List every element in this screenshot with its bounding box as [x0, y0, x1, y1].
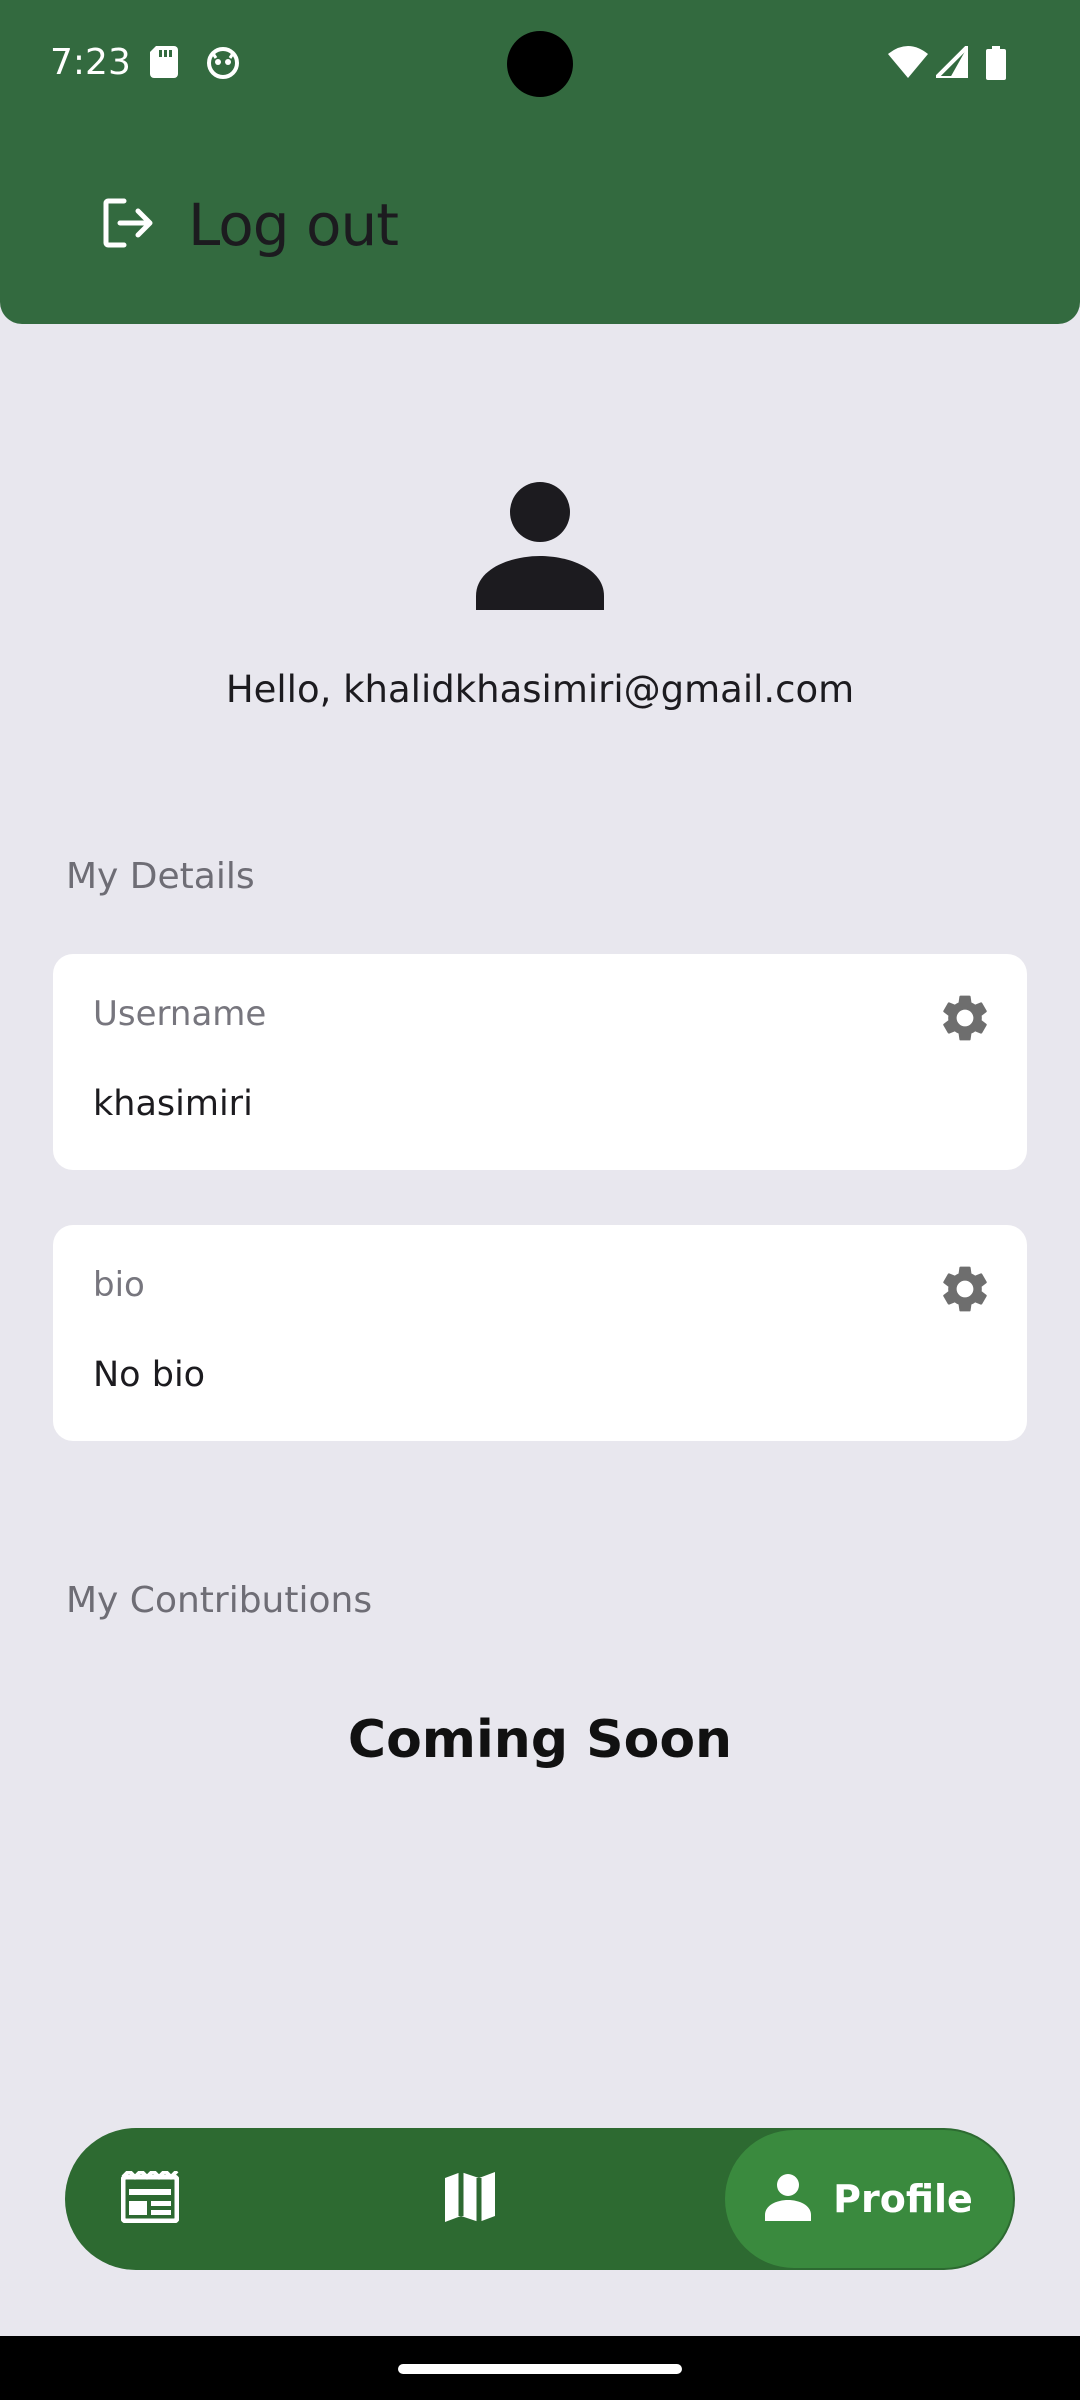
nav-item-profile[interactable]: Profile — [725, 2130, 1013, 2268]
gear-icon[interactable] — [937, 990, 993, 1046]
person-icon — [765, 2173, 812, 2225]
wifi-icon — [888, 46, 928, 82]
username-value: khasimiri — [93, 1084, 253, 1124]
person-icon — [476, 480, 604, 610]
cat-face-icon — [206, 46, 240, 84]
logout-label: Log out — [188, 191, 399, 259]
my-contributions-title: My Contributions — [66, 1580, 373, 1621]
sd-card-icon — [150, 46, 178, 82]
status-bar: 7:23 — [0, 0, 1080, 130]
bio-card: bio No bio — [53, 1225, 1027, 1441]
username-label: Username — [93, 994, 267, 1034]
bio-label: bio — [93, 1265, 145, 1305]
nav-item-map[interactable] — [415, 2128, 525, 2270]
my-details-title: My Details — [66, 856, 255, 897]
greeting-text: Hello, khalidkhasimiri@gmail.com — [225, 668, 855, 711]
nav-item-feed[interactable] — [95, 2128, 205, 2270]
coming-soon-text: Coming Soon — [347, 1710, 733, 1770]
signal-icon — [934, 44, 970, 82]
feed-icon — [120, 2168, 180, 2227]
logout-button[interactable]: Log out — [100, 180, 399, 270]
gear-icon[interactable] — [937, 1261, 993, 1317]
logout-icon — [100, 195, 156, 255]
camera-cutout — [507, 31, 573, 97]
map-icon — [445, 2172, 495, 2226]
bio-value: No bio — [93, 1355, 206, 1395]
home-indicator[interactable] — [398, 2364, 682, 2374]
battery-icon — [986, 46, 1006, 84]
status-time: 7:23 — [50, 42, 131, 83]
bottom-navigation: Profile — [65, 2128, 1015, 2270]
username-card: Username khasimiri — [53, 954, 1027, 1170]
app-header: 7:23 Log out — [0, 0, 1080, 324]
nav-label-profile: Profile — [833, 2177, 973, 2221]
